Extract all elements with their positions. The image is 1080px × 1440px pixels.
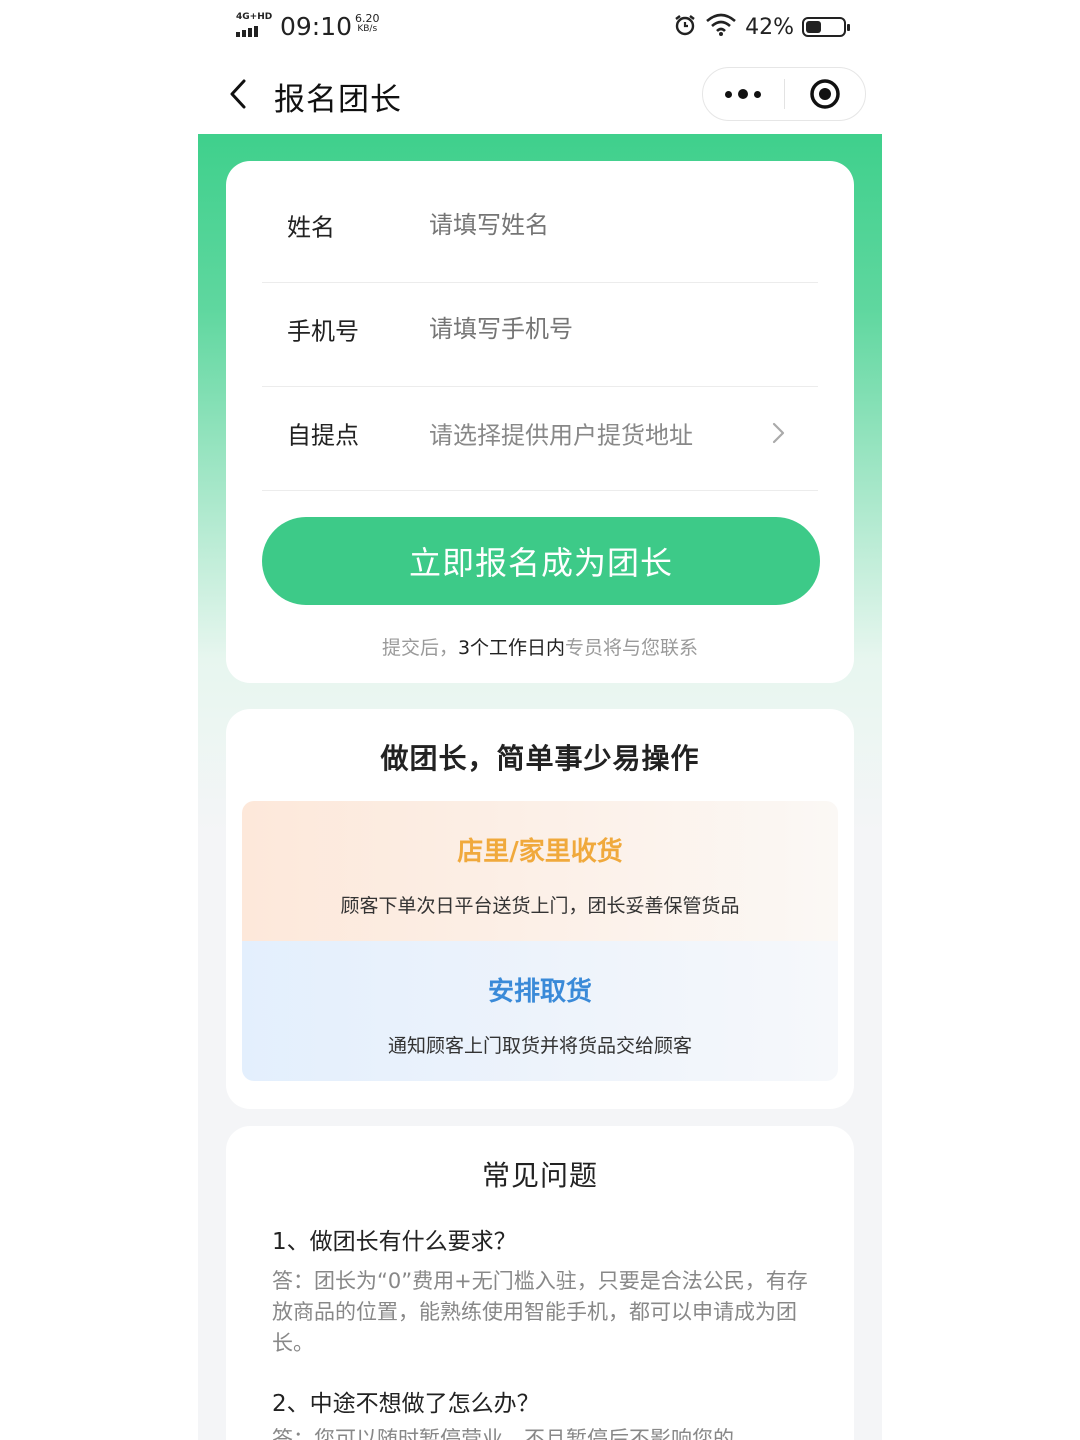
form-row-pickup[interactable]: 自提点 请选择提供用户提货地址: [262, 387, 818, 491]
phone-label: 手机号: [287, 317, 359, 346]
network-speed: 6.20 KB/s: [355, 13, 380, 35]
wifi-icon: [705, 13, 737, 41]
close-program-button[interactable]: [785, 67, 866, 121]
signup-form-card: 姓名 手机号 自提点 请选择提供用户提货地址 立即报名成为团长 提交后，3个工作…: [226, 161, 854, 683]
chevron-right-icon: [772, 422, 785, 444]
status-right: 42%: [673, 12, 850, 42]
back-button[interactable]: [218, 74, 258, 114]
feature-desc: 顾客下单次日平台送货上门，团长妥善保管货品: [340, 895, 740, 917]
submit-signup-button[interactable]: 立即报名成为团长: [262, 517, 820, 605]
page-title: 报名团长: [274, 82, 402, 118]
intro-card: 做团长，简单事少易操作 店里/家里收货 顾客下单次日平台送货上门，团长妥善保管货…: [226, 709, 854, 1109]
more-dots-icon: [725, 89, 762, 99]
faq-question: 2、中途不想做了怎么办？: [272, 1391, 540, 1417]
phone-input[interactable]: [429, 315, 779, 343]
note-suffix: 专员将与您联系: [565, 637, 699, 659]
phone-screen: 4G+HD 09:10 6.20 KB/s 42% 报名团长 姓名 请填写姓名 …: [198, 0, 882, 1440]
network-speed-value: 6.20: [355, 12, 380, 25]
pickup-select[interactable]: 请选择提供用户提货地址: [429, 416, 779, 451]
network-type: 4G+HD: [236, 12, 273, 22]
battery-percent: 42%: [745, 14, 794, 40]
faq-card: 常见问题 1、做团长有什么要求？ 答：团长为“0”费用+无门槛入驻，只要是合法公…: [226, 1126, 854, 1440]
feature-desc: 通知顾客上门取货并将货品交给顾客: [387, 1035, 692, 1057]
alarm-icon: [673, 13, 697, 41]
mini-program-capsule: [702, 67, 866, 121]
back-arrow-icon: [230, 79, 246, 109]
feature-title: 安排取货: [487, 977, 592, 1007]
form-row-phone: 手机号: [262, 283, 818, 387]
feature-title: 店里/家里收货: [457, 837, 623, 867]
note-strong: 3个工作日内: [457, 637, 566, 659]
nav-bar: 报名团长: [198, 54, 882, 134]
submit-note: 提交后，3个工作日内专员将与您联系: [226, 633, 854, 660]
more-menu-button[interactable]: [703, 67, 784, 121]
note-prefix: 提交后，: [381, 637, 458, 659]
network-speed-unit: KB/s: [357, 24, 378, 34]
intro-title: 做团长，简单事少易操作: [380, 742, 700, 775]
status-time: 09:10: [280, 12, 353, 41]
status-bar: 4G+HD 09:10 6.20 KB/s 42%: [198, 0, 882, 54]
signal-icon: 4G+HD: [236, 12, 273, 38]
name-input[interactable]: [429, 211, 779, 239]
pickup-label: 自提点: [287, 421, 359, 450]
name-label: 姓名: [287, 213, 335, 242]
feature-receive-goods: 店里/家里收货 顾客下单次日平台送货上门，团长妥善保管货品: [242, 801, 838, 941]
faq-answer: 答：团长为“0”费用+无门槛入驻，只要是合法公民，有存放商品的位置，能熟练使用智…: [272, 1269, 808, 1355]
faq-answer: 答：您可以随时暂停营业，不且暂停后不影响您的: [272, 1427, 734, 1440]
battery-icon: [802, 17, 850, 37]
feature-arrange-pickup: 安排取货 通知顾客上门取货并将货品交给顾客: [242, 941, 838, 1081]
target-circle-icon: [810, 79, 840, 109]
faq-question: 1、做团长有什么要求？: [272, 1229, 517, 1255]
form-row-name: 姓名: [262, 179, 818, 283]
faq-title: 常见问题: [481, 1159, 598, 1192]
